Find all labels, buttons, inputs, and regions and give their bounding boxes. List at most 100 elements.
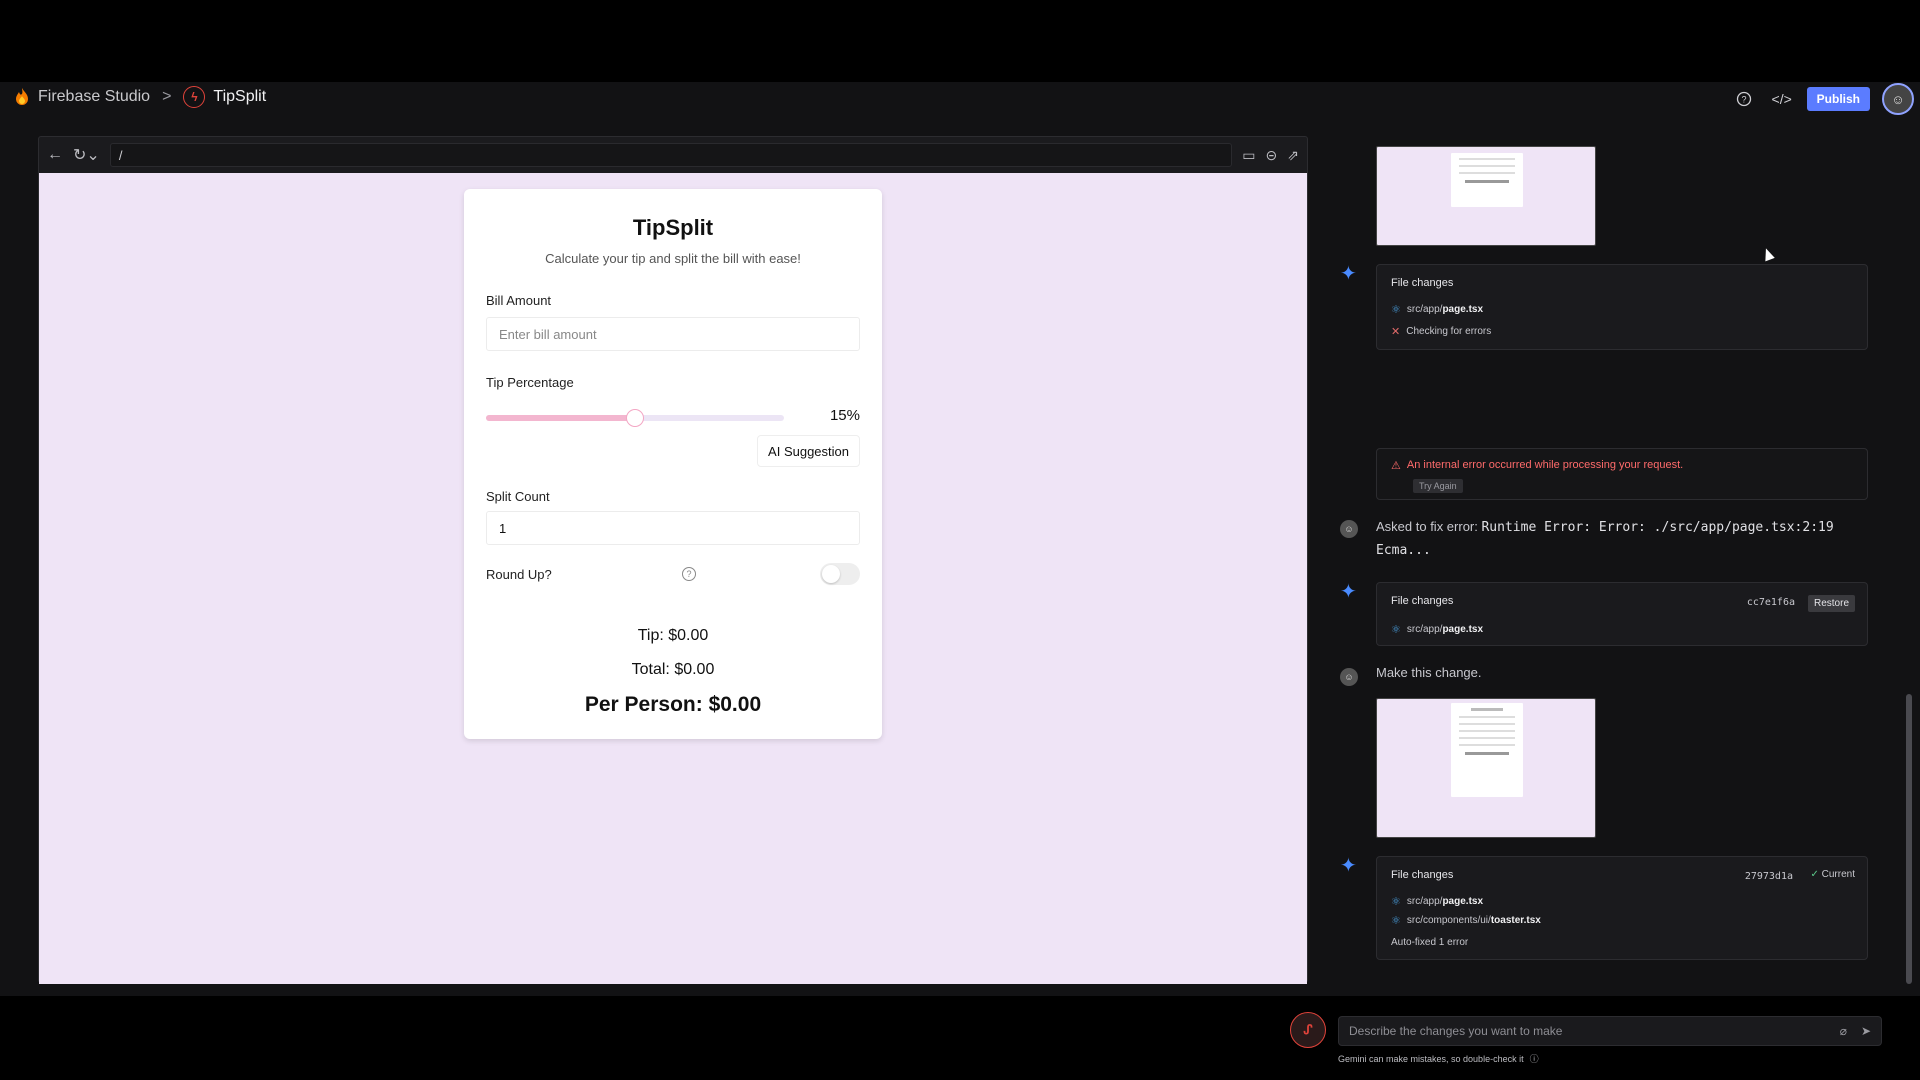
device-preview-icon[interactable]: ▭ (1242, 147, 1255, 164)
file-path-prefix: src/components/ui/ (1406, 915, 1491, 926)
project-icon: ϟ (183, 86, 206, 108)
status-text: Checking for errors (1406, 326, 1492, 337)
file-link[interactable]: ⚛ src/app/page.tsx (1391, 623, 1483, 636)
chat-panel: ✦ File changes ⚛ src/app/page.tsx ✕ Chec… (1320, 136, 1900, 996)
preview-url-bar: ← ↻⌄ / ▭ ⊝ ⇗ (39, 137, 1307, 173)
preview-panel: ← ↻⌄ / ▭ ⊝ ⇗ TipSplit Calculate your tip… (38, 136, 1308, 984)
back-arrow-icon[interactable]: ← (47, 146, 63, 164)
tip-slider-thumb[interactable] (626, 409, 644, 427)
tip-percentage-label: Tip Percentage (486, 375, 574, 390)
brand-name[interactable]: Firebase Studio (38, 88, 150, 106)
screenshot-thumbnail[interactable] (1376, 698, 1596, 838)
info-icon[interactable]: ⓘ (1530, 1052, 1539, 1065)
disclaimer: Gemini can make mistakes, so double-chec… (1338, 1052, 1539, 1065)
round-up-help-icon[interactable]: ? (682, 567, 696, 581)
error-box: ⚠ An internal error occurred while proce… (1376, 448, 1868, 500)
react-file-icon: ⚛ (1391, 915, 1401, 927)
app-title: TipSplit (632, 215, 714, 240)
file-changes-card: File changes 27973d1a ✓ Current ⚛ src/ap… (1376, 856, 1868, 960)
top-bar: Firebase Studio > ϟ TipSplit ? </> Publi… (0, 82, 1920, 115)
error-text: An internal error occurred while process… (1406, 459, 1684, 471)
file-changes-title: File changes (1391, 277, 1454, 289)
file-name: toaster.tsx (1490, 915, 1541, 926)
file-changes-title: File changes (1391, 869, 1454, 881)
app-subtitle: Calculate your tip and split the bill wi… (545, 251, 801, 266)
restore-button[interactable]: Restore (1807, 595, 1855, 612)
total-result: Total: $0.00 (631, 661, 715, 678)
current-label: Current (1821, 869, 1855, 880)
current-badge: ✓ Current (1810, 869, 1855, 880)
project-name[interactable]: TipSplit (213, 88, 266, 106)
tip-slider[interactable] (486, 409, 784, 427)
user-avatar[interactable]: ☺ (1882, 83, 1914, 115)
gemini-sparkle-icon: ✦ (1340, 855, 1357, 877)
svg-text:?: ? (1741, 95, 1746, 105)
disclaimer-text: Gemini can make mistakes, so double-chec… (1338, 1053, 1524, 1064)
code-icon[interactable]: </> (1769, 87, 1795, 111)
react-file-icon: ⚛ (1391, 896, 1401, 908)
file-link[interactable]: ⚛ src/components/ui/toaster.tsx (1391, 914, 1541, 927)
scroll-thumb[interactable] (1906, 694, 1912, 984)
split-count-input[interactable]: 1 (486, 511, 860, 545)
tip-percentage-value: 15% (829, 407, 860, 424)
error-code: Runtime Error: Error: ./src/app/page.tsx… (1481, 520, 1834, 535)
gemini-sparkle-icon: ✦ (1340, 263, 1357, 285)
screenshot-thumbnail[interactable] (1376, 146, 1596, 246)
commit-hash: cc7e1f6a (1746, 597, 1795, 608)
round-up-label: Round Up? (486, 567, 552, 582)
reload-icon[interactable]: ↻⌄ (73, 145, 100, 165)
thumbnail-preview (1451, 153, 1523, 207)
file-name: page.tsx (1442, 624, 1484, 635)
auto-fix-note: Auto-fixed 1 error (1391, 937, 1469, 948)
file-path-prefix: src/app/ (1406, 624, 1443, 635)
ai-suggestion-button[interactable]: AI Suggestion (757, 435, 860, 467)
x-icon: ✕ (1391, 326, 1401, 338)
user-message-prefix: Asked to fix error: (1376, 519, 1482, 534)
breadcrumb: Firebase Studio > ϟ TipSplit (14, 86, 266, 108)
tipsplit-card: TipSplit Calculate your tip and split th… (464, 189, 882, 739)
thumbnail-preview (1451, 703, 1523, 797)
bill-amount-input[interactable]: Enter bill amount (486, 317, 860, 351)
tip-result: Tip: $0.00 (637, 627, 709, 644)
toggle-knob (822, 565, 840, 583)
tip-slider-fill (486, 415, 635, 421)
error-code-continued: Ecma... (1376, 543, 1431, 558)
firebase-flame-icon (16, 88, 28, 105)
split-count-label: Split Count (486, 489, 550, 504)
gemini-sparkle-icon: ✦ (1340, 581, 1357, 603)
breadcrumb-separator: > (162, 88, 172, 105)
file-link[interactable]: ⚛ src/app/page.tsx (1391, 303, 1483, 316)
file-name: page.tsx (1442, 896, 1484, 907)
try-again-button[interactable]: Try Again (1413, 479, 1463, 493)
app-window: Firebase Studio > ϟ TipSplit ? </> Publi… (0, 82, 1920, 1064)
file-path-prefix: src/app/ (1406, 304, 1443, 315)
chat-scrollbar[interactable] (1906, 182, 1912, 984)
chat-input[interactable]: Describe the changes you want to make ⌀ … (1338, 1016, 1882, 1046)
send-icon[interactable]: ➤ (1861, 1024, 1871, 1038)
user-message-fix: Asked to fix error: Runtime Error: Error… (1376, 516, 1834, 562)
help-circle-icon[interactable]: ? (1731, 87, 1757, 111)
file-link[interactable]: ⚛ src/app/page.tsx (1391, 895, 1483, 908)
attach-icon[interactable]: ⌀ (1840, 1024, 1847, 1038)
open-external-icon[interactable]: ⇗ (1287, 147, 1299, 164)
chat-input-placeholder: Describe the changes you want to make (1349, 1024, 1563, 1038)
gemini-logo-icon[interactable]: ᔑ (1290, 1012, 1326, 1048)
file-changes-card: File changes ⚛ src/app/page.tsx ✕ Checki… (1376, 264, 1868, 350)
link-icon[interactable]: ⊝ (1266, 147, 1278, 164)
preview-viewport: TipSplit Calculate your tip and split th… (39, 173, 1307, 984)
warning-icon: ⚠ (1391, 460, 1401, 472)
react-file-icon: ⚛ (1391, 624, 1401, 636)
file-name: page.tsx (1442, 304, 1484, 315)
publish-button[interactable]: Publish (1806, 87, 1870, 111)
top-actions: ? </> Publish ☺ (1731, 83, 1914, 115)
round-up-toggle[interactable] (820, 563, 860, 585)
file-path-prefix: src/app/ (1406, 896, 1443, 907)
react-file-icon: ⚛ (1391, 304, 1401, 316)
url-input[interactable]: / (109, 143, 1233, 167)
status-row: ✕ Checking for errors (1391, 325, 1491, 338)
per-person-result: Per Person: $0.00 (584, 693, 762, 716)
user-avatar-small: ☺ (1340, 520, 1358, 538)
error-message: ⚠ An internal error occurred while proce… (1391, 459, 1683, 472)
file-changes-title: File changes (1391, 595, 1454, 607)
bill-amount-label: Bill Amount (486, 293, 552, 308)
